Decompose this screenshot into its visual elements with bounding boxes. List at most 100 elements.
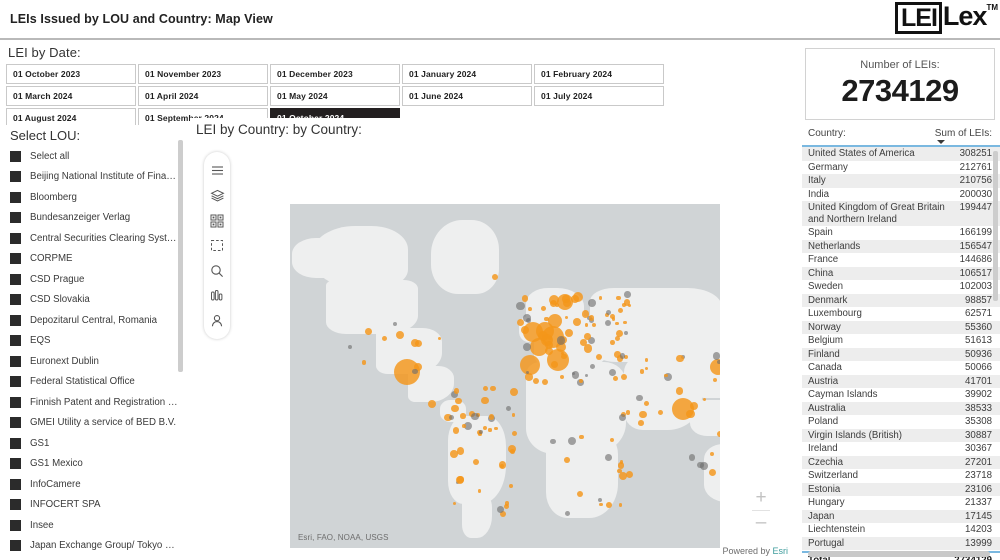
lou-list-item[interactable]: CSD Prague bbox=[0, 269, 190, 290]
esri-brand-link[interactable]: Esri bbox=[773, 546, 789, 556]
map-symbol[interactable] bbox=[573, 317, 582, 326]
lou-scrollbar-thumb[interactable] bbox=[178, 140, 183, 372]
powered-by-esri[interactable]: Powered by Esri bbox=[722, 546, 788, 556]
map-symbol[interactable] bbox=[716, 359, 720, 365]
date-button[interactable]: 01 July 2024 bbox=[534, 86, 664, 106]
table-row[interactable]: Portugal 13999 bbox=[802, 536, 1000, 550]
map-symbol[interactable] bbox=[579, 434, 584, 439]
map-symbol[interactable] bbox=[604, 454, 612, 462]
map-symbol[interactable] bbox=[471, 412, 479, 420]
map-symbol[interactable] bbox=[615, 321, 619, 326]
select-area-icon[interactable] bbox=[204, 233, 230, 258]
lou-list-item[interactable]: GS1 Mexico bbox=[0, 454, 190, 475]
table-row[interactable]: Czechia 27201 bbox=[802, 455, 1000, 469]
checkbox-checked-icon[interactable] bbox=[10, 212, 21, 224]
map-symbol[interactable] bbox=[520, 355, 540, 375]
map-symbol[interactable] bbox=[481, 396, 489, 405]
table-row[interactable]: Netherlands 156547 bbox=[802, 239, 1000, 253]
lou-list-item[interactable]: GMEI Utility a service of BED B.V. bbox=[0, 413, 190, 434]
map-symbol[interactable] bbox=[525, 370, 529, 374]
date-button[interactable]: 01 November 2023 bbox=[138, 64, 268, 84]
map-symbol[interactable] bbox=[516, 301, 525, 311]
date-button[interactable]: 01 June 2024 bbox=[402, 86, 532, 106]
lou-list-item[interactable]: Insee bbox=[0, 515, 190, 536]
lou-list-item[interactable]: Central Securities Clearing System... bbox=[0, 228, 190, 249]
map-symbol[interactable] bbox=[451, 404, 459, 413]
checkbox-checked-icon[interactable] bbox=[10, 396, 21, 408]
map-symbol[interactable] bbox=[506, 406, 512, 412]
map-symbol[interactable] bbox=[508, 444, 517, 454]
checkbox-checked-icon[interactable] bbox=[10, 335, 21, 347]
map-symbol[interactable] bbox=[521, 295, 529, 302]
search-icon[interactable] bbox=[204, 258, 230, 283]
table-row[interactable]: Austria 41701 bbox=[802, 374, 1000, 388]
lou-list-item[interactable]: INFOCERT SPA bbox=[0, 495, 190, 516]
map-symbol[interactable] bbox=[636, 394, 643, 402]
map-symbol[interactable] bbox=[712, 377, 717, 382]
map-symbol[interactable] bbox=[509, 483, 514, 488]
map-symbol[interactable] bbox=[565, 329, 573, 337]
lou-list-item[interactable]: EQS bbox=[0, 331, 190, 352]
table-horizontal-scrollbar[interactable] bbox=[808, 551, 990, 557]
zoom-in-button[interactable]: + bbox=[750, 488, 772, 508]
table-row[interactable]: Canada 50066 bbox=[802, 361, 1000, 375]
checkbox-checked-icon[interactable] bbox=[10, 478, 21, 490]
map-symbol[interactable] bbox=[637, 420, 644, 426]
map-symbol[interactable] bbox=[610, 340, 616, 345]
table-row[interactable]: Luxembourg 62571 bbox=[802, 307, 1000, 321]
map-symbol[interactable] bbox=[533, 377, 540, 384]
map-symbol[interactable] bbox=[488, 428, 492, 432]
lou-list-item[interactable]: Depozitarul Central, Romania bbox=[0, 310, 190, 331]
map-symbol[interactable] bbox=[613, 376, 619, 381]
map-symbol[interactable] bbox=[483, 385, 489, 391]
map-symbol[interactable] bbox=[538, 331, 548, 341]
table-row[interactable]: Sweden 102003 bbox=[802, 280, 1000, 294]
map-symbol[interactable] bbox=[609, 437, 614, 442]
map-symbol[interactable] bbox=[477, 489, 482, 493]
map-symbol[interactable] bbox=[548, 314, 562, 328]
checkbox-checked-icon[interactable] bbox=[10, 273, 21, 285]
map-symbol[interactable] bbox=[658, 409, 664, 415]
map-symbol[interactable] bbox=[644, 401, 649, 406]
checkbox-checked-icon[interactable] bbox=[10, 437, 21, 449]
map-symbol[interactable] bbox=[676, 387, 684, 395]
map-canvas[interactable]: Esri, FAO, NOAA, USGS bbox=[290, 204, 720, 548]
map-symbol[interactable] bbox=[618, 414, 626, 422]
map-symbol[interactable] bbox=[361, 360, 367, 365]
table-row[interactable]: India 200030 bbox=[802, 188, 1000, 202]
checkbox-checked-icon[interactable] bbox=[10, 376, 21, 388]
lou-list-item[interactable]: Bundesanzeiger Verlag bbox=[0, 208, 190, 229]
table-row[interactable]: Poland 35308 bbox=[802, 415, 1000, 429]
zoom-out-button[interactable]: – bbox=[750, 513, 772, 533]
map-symbol[interactable] bbox=[457, 476, 464, 483]
map-symbol[interactable] bbox=[717, 431, 720, 438]
map-symbol[interactable] bbox=[525, 373, 533, 381]
lou-list-item[interactable]: Euronext Dublin bbox=[0, 351, 190, 372]
map-symbol[interactable] bbox=[605, 501, 612, 508]
map-symbol[interactable] bbox=[494, 426, 498, 431]
map-symbol[interactable] bbox=[509, 388, 518, 396]
map-symbol[interactable] bbox=[624, 291, 631, 298]
checkbox-checked-icon[interactable] bbox=[10, 417, 21, 429]
map-symbol[interactable] bbox=[511, 431, 517, 437]
map-symbol[interactable] bbox=[490, 386, 496, 392]
lou-list-item[interactable]: Beijing National Institute of Financi... bbox=[0, 167, 190, 188]
map-symbol[interactable] bbox=[598, 296, 603, 300]
checkbox-checked-icon[interactable] bbox=[10, 232, 21, 244]
table-row[interactable]: France 144686 bbox=[802, 253, 1000, 267]
table-row[interactable]: United Kingdom of Great Britain and Nort… bbox=[802, 201, 1000, 226]
lou-list-item[interactable]: Bloomberg bbox=[0, 187, 190, 208]
map-symbol[interactable] bbox=[584, 323, 589, 327]
map-symbol[interactable] bbox=[688, 454, 695, 461]
map-symbol[interactable] bbox=[448, 414, 455, 421]
map-symbol[interactable] bbox=[686, 409, 695, 418]
checkbox-checked-icon[interactable] bbox=[10, 150, 21, 162]
map-symbol[interactable] bbox=[456, 447, 465, 455]
table-row[interactable]: Hungary 21337 bbox=[802, 496, 1000, 510]
map-symbol[interactable] bbox=[644, 366, 648, 371]
table-row[interactable]: Spain 166199 bbox=[802, 226, 1000, 240]
checkbox-checked-icon[interactable] bbox=[10, 191, 21, 203]
chart-icon[interactable] bbox=[204, 283, 230, 308]
map-symbol[interactable] bbox=[381, 335, 388, 341]
checkbox-checked-icon[interactable] bbox=[10, 540, 21, 552]
